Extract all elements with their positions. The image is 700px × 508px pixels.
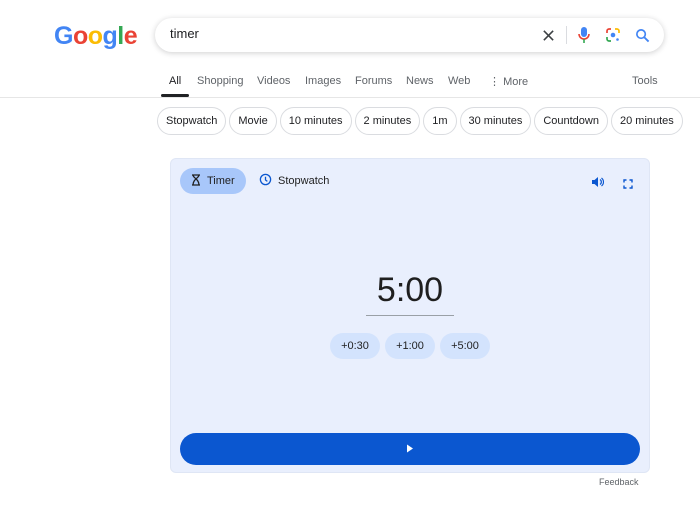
add-1m-button[interactable]: +1:00 [385, 333, 435, 359]
search-box [155, 18, 664, 52]
tab-videos[interactable]: Videos [257, 75, 290, 87]
hourglass-icon [191, 173, 201, 189]
add-30s-button[interactable]: +0:30 [330, 333, 380, 359]
chip[interactable]: Movie [229, 107, 277, 135]
tools-button[interactable]: Tools [632, 75, 658, 87]
add-time-buttons: +0:30 +1:00 +5:00 [171, 333, 649, 359]
search-tabs: All Shopping Videos Images Forums News W… [0, 70, 700, 98]
chip[interactable]: Stopwatch [157, 107, 227, 135]
feedback-link[interactable]: Feedback [599, 477, 639, 487]
stopwatch-mode-button[interactable]: Stopwatch [248, 168, 340, 194]
chip[interactable]: 30 minutes [459, 107, 532, 135]
timer-widget: Timer Stopwatch 5:00 +0:30 +1:00 +5:00 [170, 158, 650, 473]
tab-more-label: More [503, 76, 529, 88]
tab-more[interactable]: ⋮ More [489, 75, 528, 88]
clock-icon [259, 173, 272, 189]
suggestion-chips: Stopwatch Movie 10 minutes 2 minutes 1m … [157, 107, 697, 135]
chip[interactable]: 2 minutes [354, 107, 421, 135]
volume-icon[interactable] [591, 175, 605, 193]
more-vert-icon: ⋮ [489, 76, 504, 88]
google-logo[interactable]: Google [54, 22, 138, 51]
play-icon [406, 440, 414, 458]
tab-news[interactable]: News [406, 75, 434, 87]
tab-shopping[interactable]: Shopping [197, 75, 244, 87]
timer-underline [366, 315, 454, 316]
timer-mode-label: Timer [207, 175, 235, 187]
google-lens-icon[interactable] [604, 26, 622, 44]
tab-images[interactable]: Images [305, 75, 341, 87]
tab-forums[interactable]: Forums [355, 75, 392, 87]
fullscreen-icon[interactable] [623, 176, 633, 194]
microphone-icon[interactable] [575, 26, 593, 44]
stopwatch-mode-label: Stopwatch [278, 175, 330, 187]
divider [566, 26, 567, 44]
add-5m-button[interactable]: +5:00 [440, 333, 490, 359]
clear-icon[interactable] [539, 26, 557, 44]
search-icon[interactable] [633, 26, 651, 44]
search-input[interactable] [170, 26, 510, 41]
tab-all[interactable]: All [160, 75, 190, 97]
timer-mode-button[interactable]: Timer [180, 168, 246, 194]
start-button[interactable] [180, 433, 640, 465]
chip[interactable]: 20 minutes [610, 107, 683, 135]
chip[interactable]: 1m [423, 107, 457, 135]
chip[interactable]: 10 minutes [279, 107, 352, 135]
chip[interactable]: Countdown [534, 107, 608, 135]
tab-web[interactable]: Web [448, 75, 470, 87]
timer-display[interactable]: 5:00 [171, 271, 649, 310]
